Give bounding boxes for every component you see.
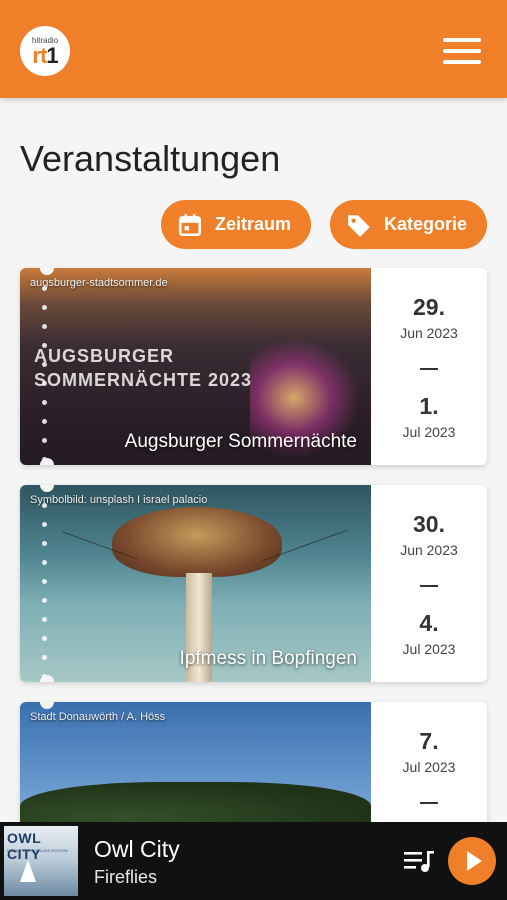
album-cover-title: OWL CITY — [7, 830, 41, 862]
date-separator — [420, 802, 438, 804]
end-month: Jul 2023 — [402, 424, 456, 440]
audio-player-bar: OWL CITY OCEAN EYES DELUXE EDITION Owl C… — [0, 822, 507, 900]
album-cover-subtitle: OCEAN EYES DELUXE EDITION — [7, 848, 68, 853]
kategorie-label: Kategorie — [384, 214, 468, 234]
date-separator — [420, 585, 438, 587]
queue-music-icon[interactable] — [404, 849, 436, 875]
menu-icon[interactable] — [443, 38, 481, 64]
date-separator — [420, 368, 438, 370]
image-credit: Stadt Donauwörth / A. Höss — [30, 711, 166, 723]
end-month: Jul 2023 — [402, 641, 456, 657]
image-credit: Symbolbild: unsplash I israel palacio — [30, 494, 208, 506]
hitradio-rt1-logo[interactable]: hitradio rt1 — [20, 26, 70, 76]
event-image: Symbolbild: unsplash I israel palacio Ip… — [20, 485, 371, 682]
page-title: Veranstaltungen — [20, 138, 281, 179]
start-month: Jul 2023 — [402, 759, 456, 775]
event-image-text: AUGSBURGER SOMMERNÄCHTE 2023 — [34, 346, 253, 390]
calendar-icon — [178, 213, 202, 236]
start-day: 29. — [413, 294, 445, 320]
event-date: 29. Jun 2023 1. Jul 2023 — [371, 268, 487, 465]
event-card[interactable]: Symbolbild: unsplash I israel palacio Ip… — [20, 485, 487, 682]
event-title: Ipfmess in Bopfingen — [179, 648, 357, 669]
album-cover[interactable]: OWL CITY OCEAN EYES DELUXE EDITION — [4, 826, 78, 896]
zeitraum-filter-button[interactable]: Zeitraum — [161, 200, 311, 249]
image-credit: augsburger-stadtsommer.de — [30, 277, 168, 289]
kategorie-filter-button[interactable]: Kategorie — [330, 200, 487, 249]
start-month: Jun 2023 — [400, 542, 458, 558]
play-button[interactable] — [448, 837, 496, 885]
event-title: Augsburger Sommernächte — [124, 431, 357, 452]
event-date: 30. Jun 2023 4. Jul 2023 — [371, 485, 487, 682]
end-day: 4. — [419, 610, 439, 636]
start-day: 7. — [419, 728, 439, 754]
track-title: Owl City — [94, 836, 180, 862]
track-artist: Fireflies — [94, 867, 158, 887]
app-header: hitradio rt1 — [0, 0, 507, 98]
event-card[interactable]: AUGSBURGER SOMMERNÄCHTE 2023 augsburger-s… — [20, 268, 487, 465]
play-icon — [467, 851, 482, 871]
tag-icon — [348, 214, 370, 237]
start-day: 30. — [413, 511, 445, 537]
end-day: 1. — [419, 393, 439, 419]
zeitraum-label: Zeitraum — [215, 214, 292, 234]
event-image: AUGSBURGER SOMMERNÄCHTE 2023 augsburger-s… — [20, 268, 371, 465]
logo-big-text: rt1 — [32, 43, 58, 68]
start-month: Jun 2023 — [400, 325, 458, 341]
